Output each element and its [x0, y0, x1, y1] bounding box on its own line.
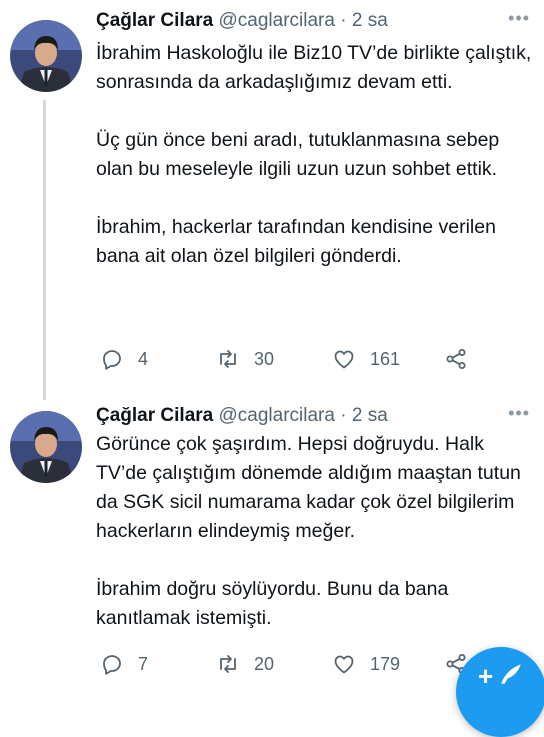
tweet-paragraph: Görünce çok şaşırdım. Hepsi doğruydu. Ha…	[96, 433, 521, 542]
like-button[interactable]: 179	[332, 649, 400, 679]
tweet-actions: 4 30 161	[96, 344, 526, 374]
display-name[interactable]: Çağlar Cilara	[96, 10, 213, 31]
compose-button[interactable]: +	[456, 647, 544, 737]
timestamp[interactable]: 2 sa	[352, 405, 388, 426]
retweet-icon	[220, 655, 236, 673]
reply-count: 7	[138, 653, 149, 674]
more-icon[interactable]: •••	[508, 403, 530, 424]
like-count: 161	[370, 348, 401, 369]
username[interactable]: @caglarcilara	[219, 405, 335, 426]
retweet-count: 30	[254, 348, 275, 369]
like-button[interactable]: 161	[332, 344, 400, 374]
retweet-button[interactable]: 20	[216, 649, 274, 679]
tweet-paragraph: İbrahim Haskoloğlu ile Biz10 TV’de birli…	[96, 42, 532, 93]
like-count: 179	[370, 653, 401, 674]
reply-count: 4	[138, 348, 149, 369]
tweet-1[interactable]: Çağlar Cilara @caglarcilara · 2 sa ••• İ…	[0, 0, 544, 400]
retweet-button[interactable]: 30	[216, 344, 274, 374]
reply-icon	[103, 350, 121, 370]
retweet-icon	[220, 350, 236, 368]
share-icon	[446, 349, 466, 369]
tweet-paragraph: İbrahim doğru söylüyordu. Bunu da bana k…	[96, 578, 449, 629]
heart-icon	[334, 350, 354, 369]
separator: ·	[340, 405, 347, 426]
more-icon[interactable]: •••	[508, 8, 530, 29]
separator: ·	[340, 10, 347, 31]
tweet-text: İbrahim Haskoloğlu ile Biz10 TV’de birli…	[96, 39, 536, 271]
compose-icon	[501, 664, 521, 684]
username[interactable]: @caglarcilara	[219, 10, 335, 31]
plus-icon: +	[478, 661, 494, 691]
tweet-header: Çağlar Cilara @caglarcilara · 2 sa	[96, 405, 388, 427]
avatar[interactable]	[10, 20, 82, 92]
timestamp[interactable]: 2 sa	[352, 10, 388, 31]
reply-button[interactable]: 7	[100, 649, 148, 679]
retweet-count: 20	[254, 653, 275, 674]
tweet-paragraph: Üç gün önce beni aradı, tutuklanmasına s…	[96, 129, 500, 180]
tweet-2[interactable]: Çağlar Cilara @caglarcilara · 2 sa ••• G…	[0, 395, 544, 690]
display-name[interactable]: Çağlar Cilara	[96, 405, 213, 426]
reply-icon	[103, 655, 121, 675]
share-button[interactable]	[444, 344, 482, 374]
avatar[interactable]	[10, 411, 82, 483]
tweet-paragraph: İbrahim, hackerlar tarafından kendisine …	[96, 216, 496, 267]
tweet-text: Görünce çok şaşırdım. Hepsi doğruydu. Ha…	[96, 430, 536, 633]
thread-line	[43, 100, 46, 400]
reply-button[interactable]: 4	[100, 344, 148, 374]
heart-icon	[334, 655, 354, 674]
tweet-header: Çağlar Cilara @caglarcilara · 2 sa	[96, 10, 388, 32]
